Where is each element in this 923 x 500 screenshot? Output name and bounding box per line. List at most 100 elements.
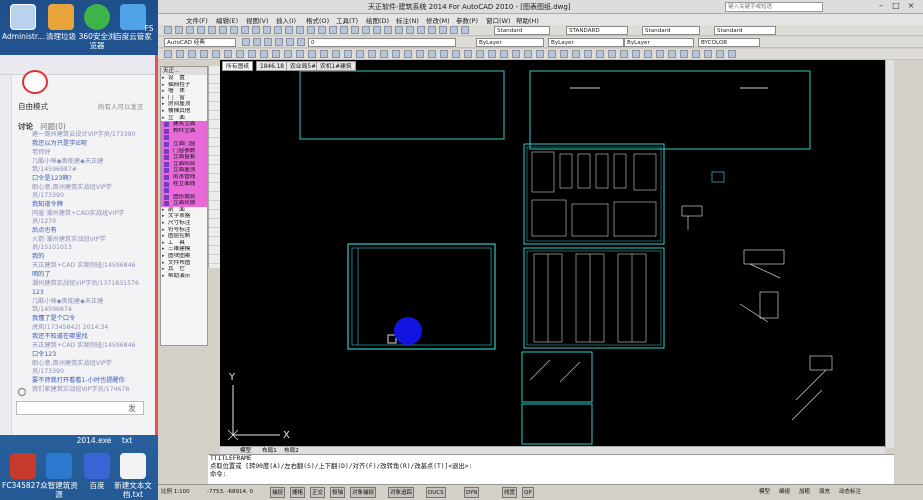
palette-item[interactable]: 房间屋顶 [161, 101, 207, 108]
desktop-icon-zhongzhi[interactable]: 众智建筑资源 [38, 453, 80, 499]
tianzheng-tool-icon[interactable] [224, 50, 232, 58]
layer-dropdown[interactable]: 0 [308, 38, 456, 47]
tianzheng-tool-icon[interactable] [344, 50, 352, 58]
draw-tool-icon[interactable] [209, 66, 220, 75]
palette-item[interactable]: 门窗参数 [161, 147, 207, 155]
palette-item[interactable] [161, 187, 207, 194]
tianzheng-tool-icon[interactable] [332, 50, 340, 58]
send-button[interactable]: 发 [128, 403, 136, 414]
tianzheng-tool-icon[interactable] [392, 50, 400, 58]
palette-item[interactable]: 建筑立面 [161, 121, 207, 128]
draw-tool-icon[interactable] [209, 75, 220, 84]
tianzheng-tool-icon[interactable] [536, 50, 544, 58]
palette-item[interactable]: 设 置 [161, 75, 207, 82]
standard-tool-icon[interactable] [164, 26, 172, 34]
standard-tool-icon[interactable] [318, 26, 326, 34]
color-dropdown[interactable]: ByLayer [476, 38, 544, 47]
menu-item[interactable]: 文件(F) [186, 15, 208, 25]
layer-tool-icon[interactable] [264, 38, 272, 46]
tianzheng-tool-icon[interactable] [356, 50, 364, 58]
status-toggle[interactable]: DYN [464, 487, 480, 498]
palette-item[interactable]: 文件布图 [161, 260, 207, 267]
status-toggle[interactable]: 捕捉 [270, 487, 286, 498]
standard-tool-icon[interactable] [428, 26, 436, 34]
tianzheng-tool-icon[interactable] [416, 50, 424, 58]
standard-tool-icon[interactable] [351, 26, 359, 34]
menu-item[interactable]: 标注(N) [396, 15, 419, 25]
linetype-dropdown[interactable]: ByLayer [548, 38, 624, 47]
palette-item[interactable]: 立面轮廓 [161, 200, 207, 207]
draw-tool-icon[interactable] [209, 228, 220, 237]
tianzheng-tool-icon[interactable] [236, 50, 244, 58]
palette-item[interactable]: 门 窗 [161, 95, 207, 102]
tianzheng-tool-icon[interactable] [380, 50, 388, 58]
dim-style-dropdown[interactable]: STANDARD [566, 26, 628, 35]
palette-item[interactable]: 立面阳台 [161, 160, 207, 168]
tianzheng-tool-icon[interactable] [572, 50, 580, 58]
standard-tool-icon[interactable] [439, 26, 447, 34]
palette-item[interactable]: 构件立面 [161, 127, 207, 135]
standard-tool-icon[interactable] [219, 26, 227, 34]
standard-tool-icon[interactable] [274, 26, 282, 34]
draw-tool-icon[interactable] [209, 192, 220, 201]
standard-tool-icon[interactable] [384, 26, 392, 34]
menu-item[interactable]: 工具(T) [336, 15, 358, 25]
tianzheng-tool-icon[interactable] [656, 50, 664, 58]
menu-item[interactable]: 编辑(E) [216, 15, 238, 25]
palette-item[interactable]: 立面窗套 [161, 154, 207, 161]
standard-tool-icon[interactable] [362, 26, 370, 34]
palette-item[interactable]: 柱立面线 [161, 180, 207, 188]
menu-item[interactable]: 修改(M) [426, 15, 450, 25]
standard-tool-icon[interactable] [263, 26, 271, 34]
chat-input[interactable] [16, 401, 144, 415]
status-right-item[interactable]: 编组 [778, 487, 791, 498]
standard-tool-icon[interactable] [208, 26, 216, 34]
palette-item[interactable]: 三维建模 [161, 246, 207, 253]
status-toggle[interactable]: 正交 [310, 487, 326, 498]
status-toggle[interactable]: QP [522, 487, 534, 498]
layer-tool-icon[interactable] [286, 38, 294, 46]
layout-tab[interactable]: 布局1 [262, 446, 277, 454]
standard-tool-icon[interactable] [252, 26, 260, 34]
tianzheng-tool-icon[interactable] [212, 50, 220, 58]
palette-item[interactable]: 工 具 [161, 240, 207, 247]
palette-item[interactable]: 立面门窗 [161, 140, 207, 148]
text-style-dropdown[interactable]: Standard [494, 26, 550, 35]
tianzheng-tool-icon[interactable] [464, 50, 472, 58]
tianzheng-tool-icon[interactable] [188, 50, 196, 58]
tianzheng-tool-icon[interactable] [680, 50, 688, 58]
tianzheng-tool-icon[interactable] [692, 50, 700, 58]
standard-tool-icon[interactable] [241, 26, 249, 34]
status-toggle[interactable]: 极轴 [330, 487, 346, 498]
tianzheng-tool-icon[interactable] [320, 50, 328, 58]
draw-tool-icon[interactable] [209, 147, 220, 156]
tianzheng-tool-icon[interactable] [632, 50, 640, 58]
menu-item[interactable]: 格式(O) [306, 15, 329, 25]
tianzheng-tool-icon[interactable] [200, 50, 208, 58]
standard-tool-icon[interactable] [175, 26, 183, 34]
tianzheng-tool-icon[interactable] [260, 50, 268, 58]
status-toggle[interactable]: 对象追踪 [388, 487, 415, 498]
tianzheng-tool-icon[interactable] [428, 50, 436, 58]
drawing-tab[interactable]: 1846.18 [256, 61, 288, 71]
draw-tool-icon[interactable] [209, 84, 220, 93]
standard-tool-icon[interactable] [340, 26, 348, 34]
tianzheng-tool-icon[interactable] [272, 50, 280, 58]
standard-tool-icon[interactable] [395, 26, 403, 34]
draw-tool-icon[interactable] [209, 246, 220, 255]
tianzheng-tool-icon[interactable] [368, 50, 376, 58]
standard-tool-icon[interactable] [329, 26, 337, 34]
palette-item[interactable]: 图形裁剪 [161, 193, 207, 201]
desktop-icon-baidu-cloud[interactable]: 百度云管家 [112, 4, 154, 41]
layout-tab[interactable]: 布局2 [284, 446, 299, 454]
layer-tool-icon[interactable] [242, 38, 250, 46]
tianzheng-tool-icon[interactable] [404, 50, 412, 58]
emoji-icon[interactable] [18, 388, 26, 396]
status-right-item[interactable]: 填充 [818, 487, 831, 498]
draw-tool-icon[interactable] [209, 183, 220, 192]
draw-tool-icon[interactable] [209, 111, 220, 120]
desktop-icon-computer[interactable]: Administr... [2, 4, 44, 41]
palette-item[interactable]: 墙 体 [161, 88, 207, 95]
standard-tool-icon[interactable] [417, 26, 425, 34]
tianzheng-tool-icon[interactable] [296, 50, 304, 58]
